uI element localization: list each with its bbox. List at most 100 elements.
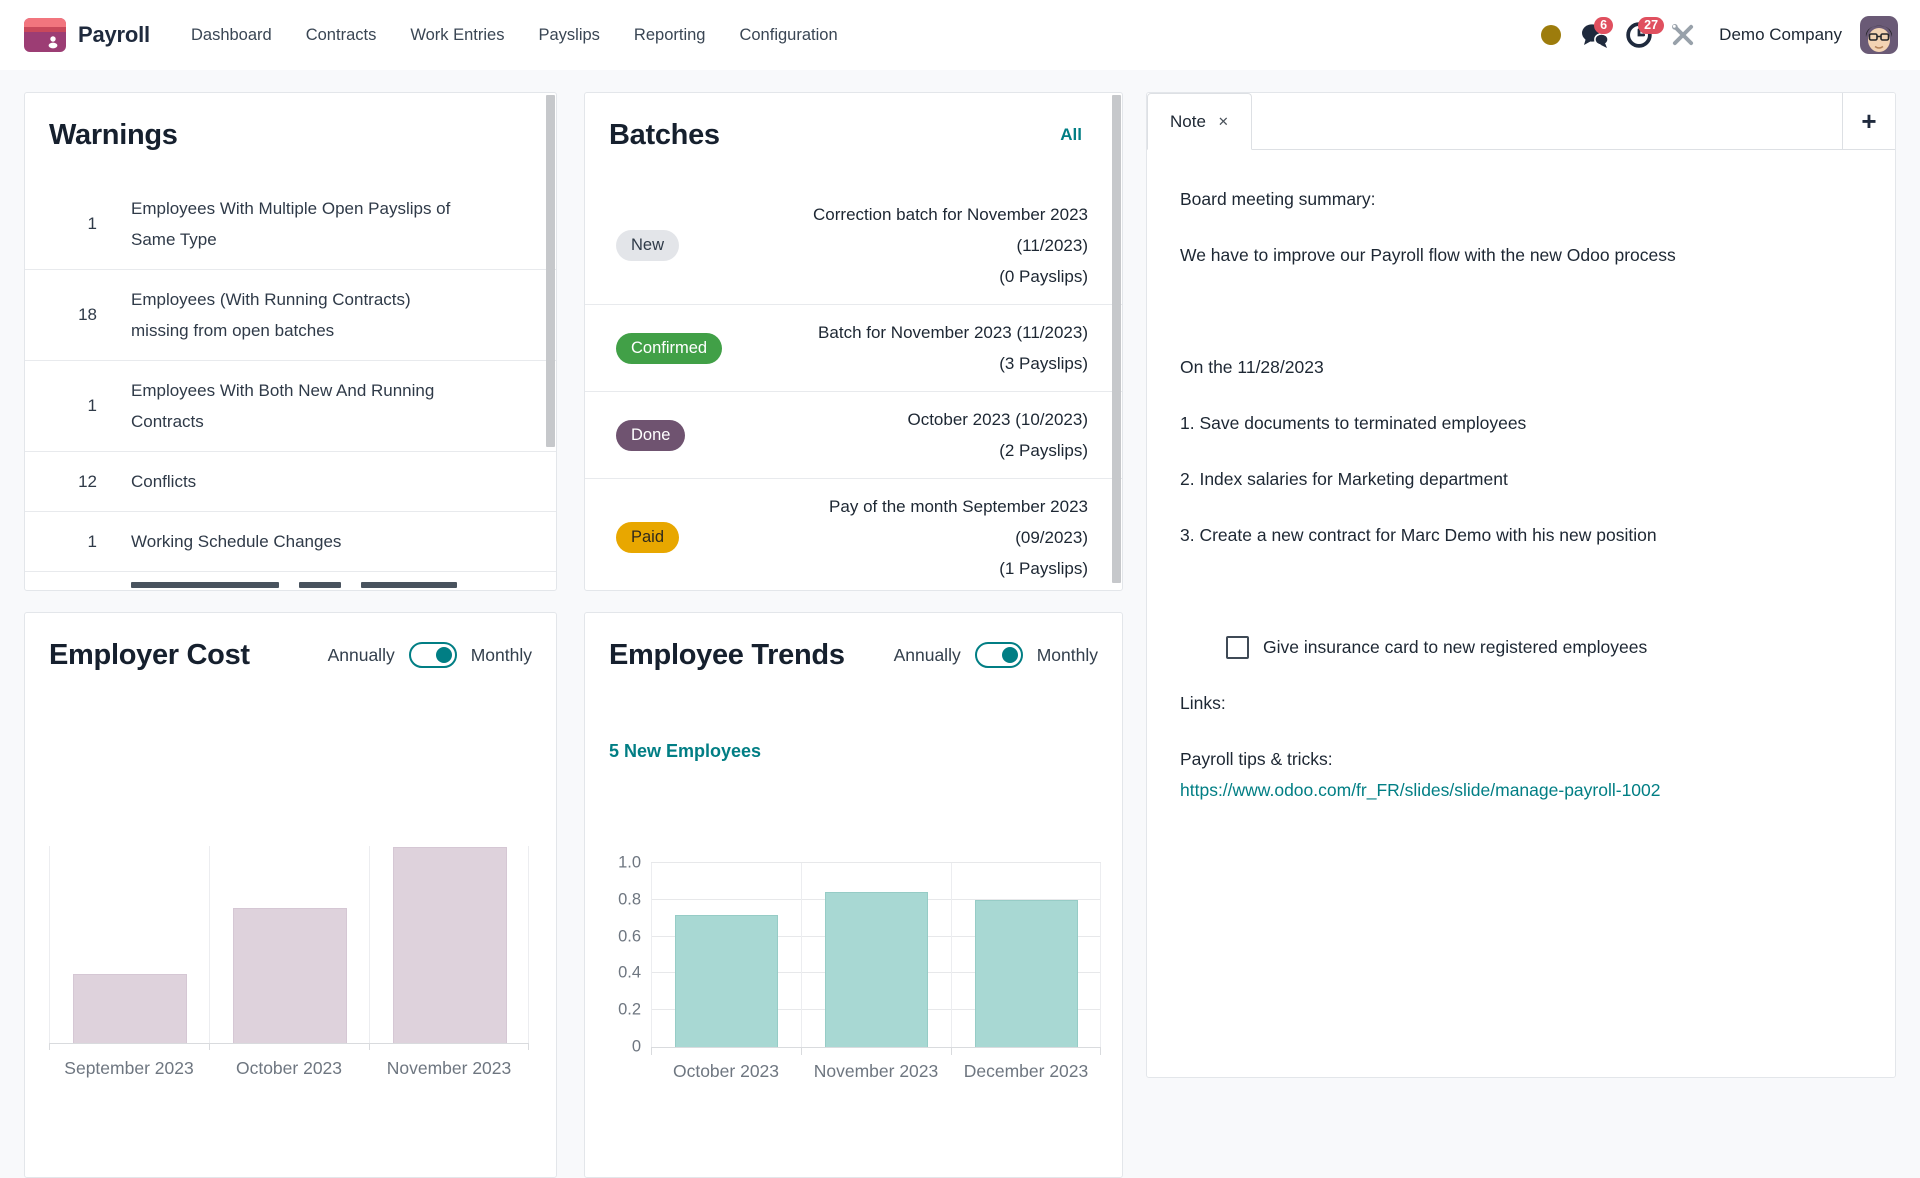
clipped-warning-row: [131, 582, 556, 588]
warnings-title: Warnings: [49, 117, 178, 153]
employee-trends-bar: [675, 915, 778, 1047]
plus-icon: +: [1861, 106, 1876, 137]
note-hyperlink[interactable]: https://www.odoo.com/fr_FR/slides/slide/…: [1180, 780, 1661, 800]
y-axis-label: 0: [593, 1038, 641, 1057]
period-switch[interactable]: [975, 642, 1023, 668]
warnings-card: Warnings 1 Employees With Multiple Open …: [24, 92, 557, 591]
close-tab-icon[interactable]: ✕: [1218, 114, 1229, 130]
monthly-label[interactable]: Monthly: [1037, 645, 1098, 666]
note-tabbar: Note ✕ +: [1147, 93, 1895, 150]
menu-item-work-entries[interactable]: Work Entries: [393, 0, 521, 70]
warning-row[interactable]: 1 Employees With Multiple Open Payslips …: [25, 179, 556, 270]
note-content[interactable]: Board meeting summary:We have to improve…: [1147, 150, 1895, 806]
status-dot-icon[interactable]: [1533, 17, 1569, 53]
menu-item-payslips[interactable]: Payslips: [521, 0, 616, 70]
note-blank-line: [1180, 576, 1861, 607]
employer-cost-axis-ticks: [49, 1043, 529, 1050]
period-switch[interactable]: [409, 642, 457, 668]
warning-label: Employees With Multiple Open Payslips of…: [131, 193, 461, 255]
employee-trends-x-labels: October 2023November 2023December 2023: [651, 1061, 1101, 1082]
x-axis-label: November 2023: [801, 1061, 951, 1082]
warning-row[interactable]: 1 Employees With Both New And Running Co…: [25, 361, 556, 452]
warning-row[interactable]: 18 Employees (With Running Contracts) mi…: [25, 270, 556, 361]
employee-trends-period-toggle: Annually Monthly: [894, 642, 1098, 668]
warning-count: 1: [25, 396, 97, 416]
company-switcher[interactable]: Demo Company: [1719, 25, 1842, 45]
employer-cost-card: Employer Cost Annually Monthly September…: [24, 612, 557, 1178]
wrench-screwdriver-icon: [1670, 22, 1696, 48]
menu-item-configuration[interactable]: Configuration: [722, 0, 854, 70]
y-axis-label: 0.8: [593, 891, 641, 910]
batches-list: New Correction batch for November 2023(1…: [585, 187, 1122, 591]
checkbox[interactable]: [1226, 636, 1249, 659]
note-line: 1. Save documents to terminated employee…: [1180, 408, 1861, 439]
annually-label[interactable]: Annually: [328, 645, 395, 666]
warning-count: 12: [25, 472, 97, 492]
app-brand[interactable]: Payroll: [0, 18, 150, 52]
employer-cost-bar: [233, 908, 347, 1043]
employer-cost-title: Employer Cost: [49, 637, 250, 673]
employee-trends-chart: [651, 863, 1101, 1048]
warning-label: Working Schedule Changes: [131, 526, 341, 557]
y-axis-label: 0.4: [593, 964, 641, 983]
batches-scrollbar[interactable]: [1112, 95, 1121, 583]
menu-item-reporting[interactable]: Reporting: [617, 0, 723, 70]
x-axis-label: November 2023: [369, 1058, 529, 1079]
note-line: Board meeting summary:: [1180, 184, 1861, 215]
monthly-label[interactable]: Monthly: [471, 645, 532, 666]
warning-count: 1: [25, 532, 97, 552]
batches-card: Batches All New Correction batch for Nov…: [584, 92, 1123, 591]
checkbox-label: Give insurance card to new registered em…: [1263, 632, 1647, 663]
batch-status-badge: Paid: [616, 522, 679, 553]
warnings-scrollbar[interactable]: [546, 95, 555, 447]
top-navbar: Payroll DashboardContractsWork EntriesPa…: [0, 0, 1920, 70]
batches-all-link[interactable]: All: [1060, 125, 1082, 145]
batch-status-badge: Confirmed: [616, 333, 722, 364]
debug-tools-icon[interactable]: [1665, 17, 1701, 53]
batch-row[interactable]: Done October 2023 (10/2023)(2 Payslips): [585, 392, 1122, 479]
employee-trends-title: Employee Trends: [609, 637, 845, 673]
annually-label[interactable]: Annually: [894, 645, 961, 666]
main-menu: DashboardContractsWork EntriesPayslipsRe…: [174, 0, 855, 70]
y-axis-label: 0.2: [593, 1001, 641, 1020]
batch-status-badge: New: [616, 230, 679, 261]
warning-row[interactable]: 12 Conflicts: [25, 452, 556, 512]
new-employees-link[interactable]: 5 New Employees: [609, 741, 761, 762]
employer-cost-chart: [49, 846, 529, 1044]
warning-count: 18: [25, 305, 97, 325]
employee-trends-bar: [975, 900, 1078, 1047]
y-axis-label: 0.6: [593, 928, 641, 947]
batch-label: Pay of the month September 2023(09/2023)…: [829, 491, 1088, 584]
tab-note[interactable]: Note ✕: [1147, 93, 1252, 150]
batch-status-badge: Done: [616, 420, 685, 451]
batch-label: October 2023 (10/2023)(2 Payslips): [907, 404, 1088, 466]
note-line: Links:: [1180, 688, 1861, 719]
batch-label: Batch for November 2023 (11/2023)(3 Pays…: [818, 317, 1088, 379]
systray: 6 27 Demo Company: [1533, 16, 1920, 54]
payroll-app-icon: [24, 18, 66, 52]
user-avatar[interactable]: [1860, 16, 1898, 54]
warning-row[interactable]: 1 Working Schedule Changes: [25, 512, 556, 572]
batch-row[interactable]: Confirmed Batch for November 2023 (11/20…: [585, 305, 1122, 392]
add-tab-button[interactable]: +: [1842, 93, 1895, 149]
activities-icon[interactable]: 27: [1621, 17, 1657, 53]
menu-item-contracts[interactable]: Contracts: [289, 0, 394, 70]
employee-trends-card: Employee Trends Annually Monthly 5 New E…: [584, 612, 1123, 1178]
warning-count: 1: [25, 214, 97, 234]
note-line: Payroll tips & tricks:: [1180, 744, 1861, 775]
batch-row[interactable]: New Correction batch for November 2023(1…: [585, 187, 1122, 305]
warning-label: Employees (With Running Contracts) missi…: [131, 284, 461, 346]
messages-icon[interactable]: 6: [1577, 17, 1613, 53]
x-axis-label: September 2023: [49, 1058, 209, 1079]
batch-row[interactable]: Paid Pay of the month September 2023(09/…: [585, 479, 1122, 591]
batches-title: Batches: [609, 117, 720, 153]
note-line: On the 11/28/2023: [1180, 352, 1861, 383]
menu-item-dashboard[interactable]: Dashboard: [174, 0, 289, 70]
messages-count-badge: 6: [1594, 17, 1613, 34]
activities-count-badge: 27: [1638, 17, 1664, 34]
note-line: 3. Create a new contract for Marc Demo w…: [1180, 520, 1861, 551]
x-axis-label: October 2023: [651, 1061, 801, 1082]
note-panel: Note ✕ + Board meeting summary:We have t…: [1146, 92, 1896, 1078]
warnings-list: 1 Employees With Multiple Open Payslips …: [25, 179, 556, 572]
note-line: https://www.odoo.com/fr_FR/slides/slide/…: [1180, 775, 1861, 806]
